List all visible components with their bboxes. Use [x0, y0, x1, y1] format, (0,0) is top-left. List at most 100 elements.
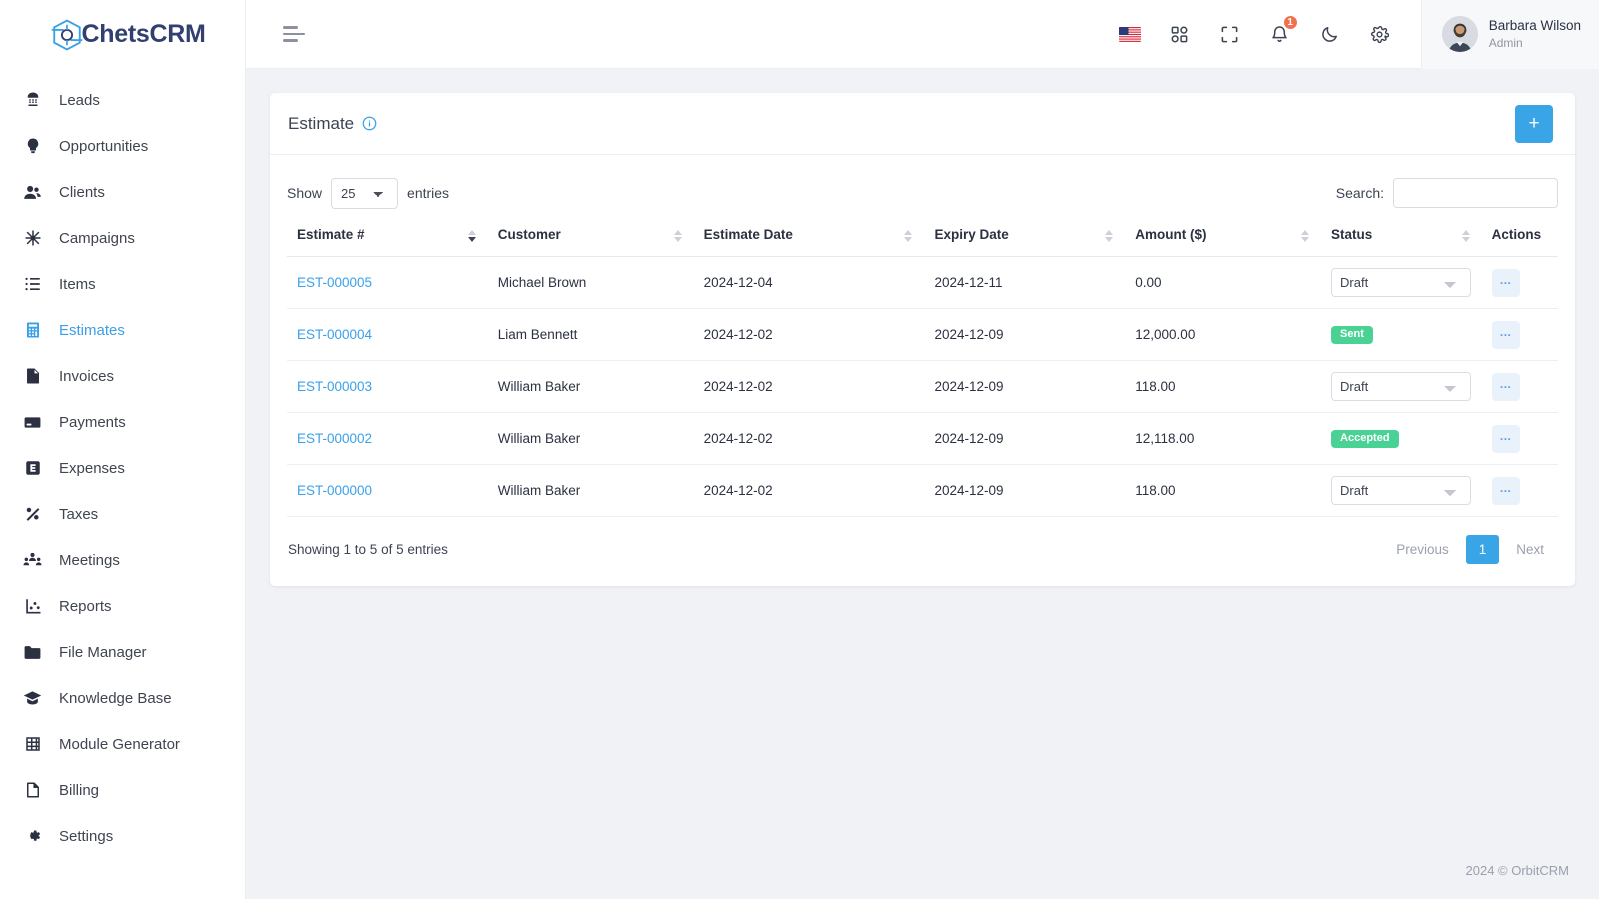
sidebar-item-label: Invoices	[59, 367, 115, 385]
pagination-page-1[interactable]: 1	[1465, 535, 1500, 564]
status-select[interactable]: DraftSentAccepted DeclinedExpired	[1331, 372, 1472, 401]
estimate-link[interactable]: EST-000005	[297, 275, 372, 290]
table-controls: Show 251050100 entries Search:	[287, 171, 1558, 215]
profile-text-block: Barbara Wilson Admin	[1489, 17, 1581, 51]
sidebar-item-settings[interactable]: Settings	[0, 813, 245, 859]
cell-status: DraftSentAccepted DeclinedExpired	[1321, 256, 1482, 309]
user-profile-menu[interactable]: Barbara Wilson Admin	[1420, 0, 1599, 69]
table-header: Estimate # Customer Estimate Date Expiry…	[287, 215, 1558, 257]
cell-actions: ...	[1481, 464, 1558, 517]
sidebar-item-module-generator[interactable]: Module Generator	[0, 721, 245, 767]
sidebar-item-billing[interactable]: Billing	[0, 767, 245, 813]
column-header-amount[interactable]: Amount ($)	[1125, 215, 1322, 257]
table-row: EST-000002 William Baker 2024-12-02 2024…	[287, 412, 1558, 465]
column-label: Estimate Date	[703, 227, 793, 242]
column-header-status[interactable]: Status	[1321, 215, 1482, 257]
app-root: ChetsCRM Leads Opportunities Clients Cam…	[0, 0, 1599, 899]
row-actions-button[interactable]: ...	[1491, 268, 1520, 297]
column-header-expiry-date[interactable]: Expiry Date	[924, 215, 1126, 257]
sidebar-item-file-manager[interactable]: File Manager	[0, 629, 245, 675]
column-header-estimate-date[interactable]: Estimate Date	[693, 215, 925, 257]
column-header-estimate-no[interactable]: Estimate #	[287, 215, 488, 257]
page-title-block: Estimate	[288, 114, 377, 134]
notification-badge: 1	[1281, 14, 1299, 31]
cell-customer: William Baker	[487, 464, 694, 517]
cell-status: Sent	[1321, 308, 1482, 361]
hamburger-menu-icon[interactable]	[283, 24, 307, 44]
pagination-previous[interactable]: Previous	[1383, 536, 1462, 563]
cell-expiry-date: 2024-12-09	[924, 308, 1126, 361]
settings-gear-icon[interactable]	[1369, 23, 1391, 45]
estimate-link[interactable]: EST-000004	[297, 327, 372, 342]
sidebar-item-label: Knowledge Base	[59, 689, 172, 707]
estimate-link[interactable]: EST-000000	[297, 483, 372, 498]
row-actions-button[interactable]: ...	[1491, 476, 1520, 505]
expense-e-icon	[23, 459, 42, 478]
main-area: 1 Barbara Wilson Admin Estimate + Show 2…	[246, 0, 1599, 899]
sidebar-item-label: Clients	[59, 183, 105, 201]
sidebar-item-meetings[interactable]: Meetings	[0, 537, 245, 583]
sidebar-item-leads[interactable]: Leads	[0, 77, 245, 123]
sidebar-item-expenses[interactable]: Expenses	[0, 445, 245, 491]
sidebar-item-clients[interactable]: Clients	[0, 169, 245, 215]
sort-arrows-icon	[1461, 229, 1470, 242]
sidebar-item-opportunities[interactable]: Opportunities	[0, 123, 245, 169]
sidebar-item-invoices[interactable]: Invoices	[0, 353, 245, 399]
row-actions-button[interactable]: ...	[1491, 320, 1520, 349]
add-estimate-button[interactable]: +	[1515, 104, 1553, 143]
sidebar-item-taxes[interactable]: Taxes	[0, 491, 245, 537]
credit-card-icon	[23, 413, 42, 432]
sidebar-item-items[interactable]: Items	[0, 261, 245, 307]
cell-actions: ...	[1481, 412, 1558, 465]
cell-expiry-date: 2024-12-11	[924, 256, 1126, 309]
estimate-link[interactable]: EST-000002	[297, 431, 372, 446]
asterisk-icon	[23, 229, 42, 248]
status-select[interactable]: DraftSentAccepted DeclinedExpired	[1331, 476, 1472, 505]
sidebar-item-label: Taxes	[59, 505, 99, 523]
sidebar-item-label: Leads	[59, 91, 100, 109]
cell-estimate-no: EST-000002	[287, 412, 488, 465]
cell-estimate-no: EST-000000	[287, 464, 488, 517]
sidebar-item-campaigns[interactable]: Campaigns	[0, 215, 245, 261]
row-actions-button[interactable]: ...	[1491, 424, 1520, 453]
column-label: Expiry Date	[934, 227, 1009, 242]
info-circle-icon[interactable]	[362, 116, 377, 131]
row-actions-button[interactable]: ...	[1491, 372, 1520, 401]
cell-status: Accepted	[1321, 412, 1482, 465]
fullscreen-icon[interactable]	[1219, 23, 1241, 45]
entries-per-page-select[interactable]: 251050100	[331, 177, 399, 209]
sidebar-item-label: Module Generator	[59, 735, 180, 753]
pagination-next[interactable]: Next	[1503, 536, 1557, 563]
language-flag-us-icon[interactable]	[1118, 26, 1141, 42]
sort-arrows-icon	[467, 229, 476, 242]
dark-mode-moon-icon[interactable]	[1319, 23, 1341, 45]
sidebar-item-reports[interactable]: Reports	[0, 583, 245, 629]
cell-actions: ...	[1481, 360, 1558, 413]
profile-name: Barbara Wilson	[1488, 17, 1581, 33]
estimates-table: Estimate # Customer Estimate Date Expiry…	[287, 215, 1558, 517]
brand-name: ChetsCRM	[81, 20, 206, 48]
bell-notification-icon[interactable]: 1	[1269, 14, 1299, 45]
cell-customer: Michael Brown	[487, 256, 694, 309]
search-input[interactable]	[1393, 178, 1558, 208]
sidebar-item-estimates[interactable]: Estimates	[0, 307, 245, 353]
sidebar-item-payments[interactable]: Payments	[0, 399, 245, 445]
status-badge: Accepted	[1331, 430, 1399, 448]
column-header-customer[interactable]: Customer	[487, 215, 694, 257]
sort-arrows-icon	[673, 229, 682, 242]
topbar: 1 Barbara Wilson Admin	[246, 0, 1599, 69]
document-icon	[23, 781, 42, 800]
apps-grid-icon[interactable]	[1169, 23, 1191, 45]
status-select[interactable]: DraftSentAccepted DeclinedExpired	[1331, 268, 1472, 297]
cell-estimate-date: 2024-12-02	[693, 464, 925, 517]
chart-scatter-icon	[23, 597, 42, 616]
cell-actions: ...	[1481, 256, 1558, 309]
table-info-text: Showing 1 to 5 of 5 entries	[288, 542, 448, 557]
sidebar-item-label: File Manager	[59, 643, 147, 661]
sidebar-item-knowledge-base[interactable]: Knowledge Base	[0, 675, 245, 721]
sort-arrows-icon	[1301, 229, 1310, 242]
column-header-actions: Actions	[1481, 215, 1558, 257]
brand-logo-block[interactable]: ChetsCRM	[0, 0, 245, 69]
cell-customer: William Baker	[487, 412, 694, 465]
estimate-link[interactable]: EST-000003	[297, 379, 372, 394]
